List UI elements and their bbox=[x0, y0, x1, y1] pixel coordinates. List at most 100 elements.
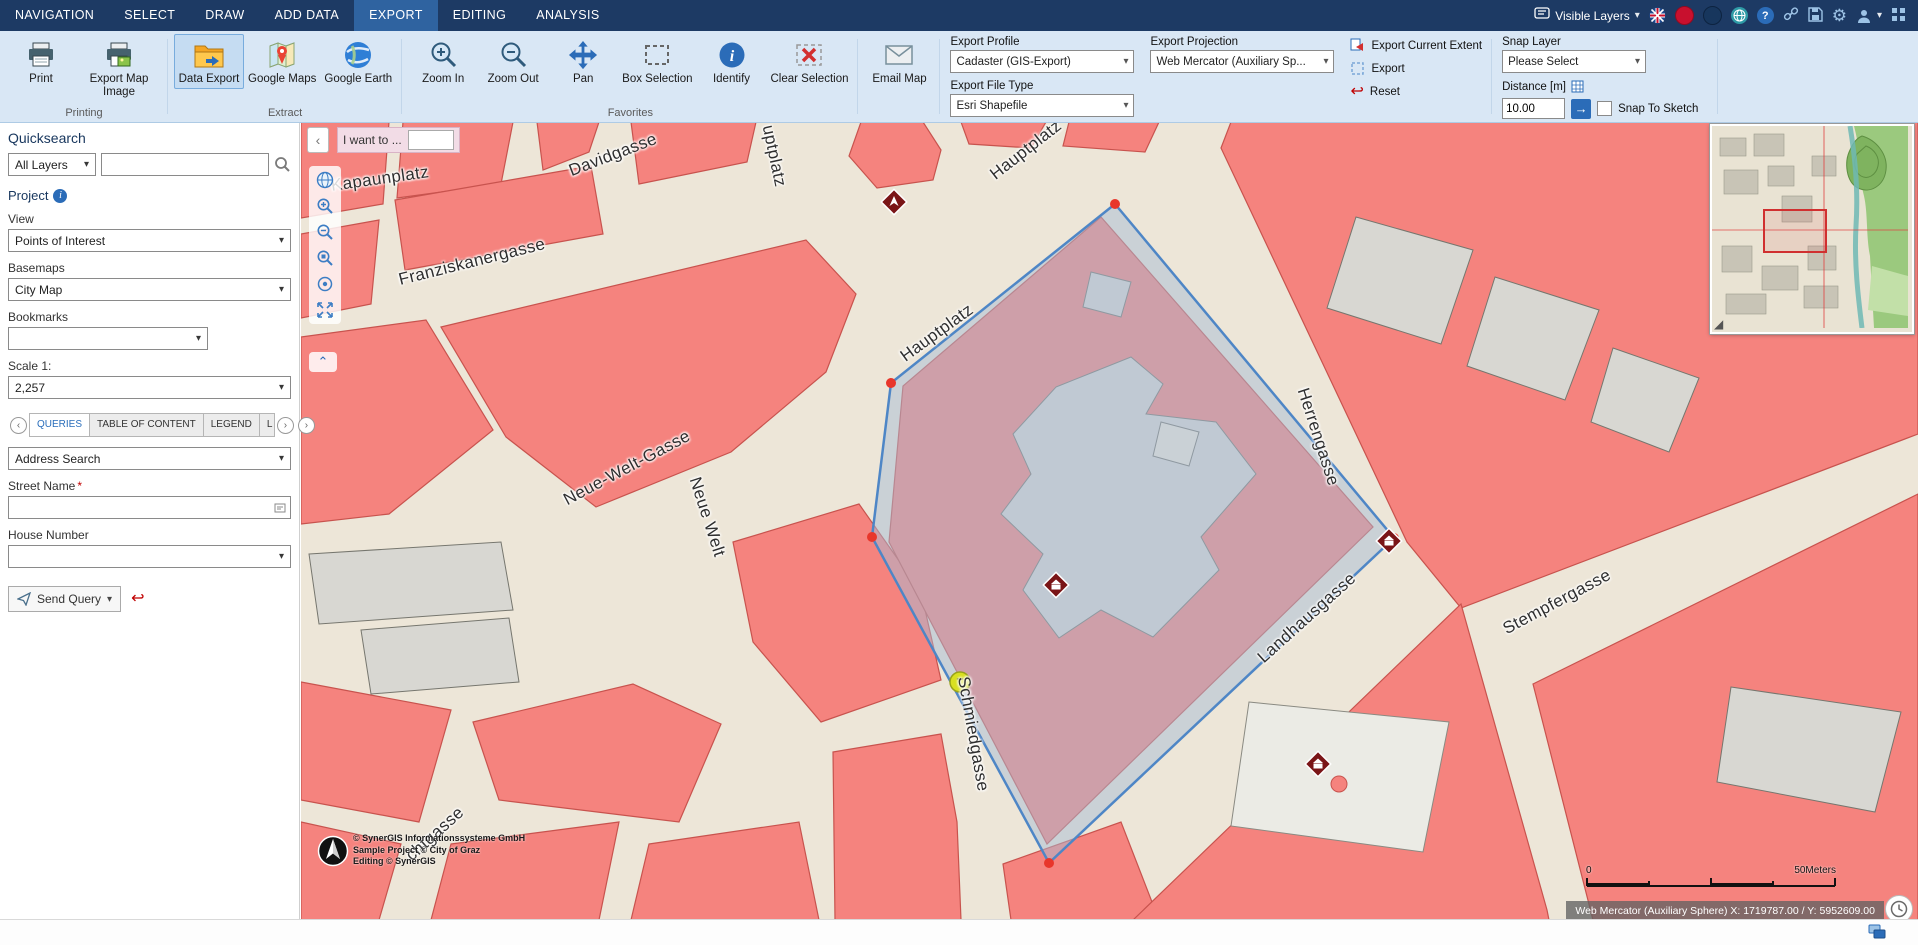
snap-layer-select[interactable]: Please Select ▾ bbox=[1502, 50, 1646, 73]
street-name-input[interactable] bbox=[8, 496, 291, 519]
zoom-window-tool-icon[interactable] bbox=[315, 248, 335, 268]
tabs-scroll-right-button[interactable]: › bbox=[277, 417, 294, 434]
help-icon[interactable]: ? bbox=[1757, 7, 1774, 24]
tabs-scroll-left-button[interactable]: ‹ bbox=[10, 417, 27, 434]
snap-to-sketch-checkbox[interactable] bbox=[1597, 101, 1612, 116]
project-info-icon[interactable]: i bbox=[53, 189, 67, 203]
print-button[interactable]: Print bbox=[6, 34, 76, 89]
menu-select[interactable]: SELECT bbox=[109, 0, 190, 31]
polygon-vertex[interactable] bbox=[867, 532, 877, 542]
menu-navigation[interactable]: NAVIGATION bbox=[0, 0, 109, 31]
overview-map[interactable]: ◢ bbox=[1710, 124, 1914, 334]
overview-collapse-icon[interactable]: ◢ bbox=[1714, 318, 1723, 330]
i-want-to-widget[interactable]: I want to ... bbox=[337, 127, 460, 153]
house-number-select[interactable]: ▾ bbox=[8, 545, 291, 568]
link-icon[interactable] bbox=[1783, 6, 1799, 25]
history-clock-button[interactable] bbox=[1885, 895, 1913, 920]
project-header: Project i bbox=[8, 188, 291, 203]
sidebar-collapse-button[interactable]: ‹ bbox=[307, 127, 329, 153]
user-menu[interactable]: ▾ bbox=[1856, 8, 1882, 24]
identify-label: Identify bbox=[713, 73, 750, 86]
grid-icon[interactable] bbox=[1571, 80, 1584, 93]
snap-panel: Snap Layer Please Select ▾ Distance [m] … bbox=[1492, 31, 1718, 122]
zoom-in-button[interactable]: Zoom In bbox=[408, 34, 478, 89]
caret-down-icon: ▾ bbox=[1123, 100, 1128, 111]
map-parcel[interactable] bbox=[849, 122, 941, 188]
google-earth-button[interactable]: Google Earth bbox=[320, 34, 396, 89]
data-export-button[interactable]: Data Export bbox=[174, 34, 244, 89]
tab-legend[interactable]: LEGEND bbox=[204, 413, 260, 437]
google-maps-button[interactable]: Google Maps bbox=[244, 34, 320, 89]
search-icon[interactable] bbox=[274, 156, 291, 173]
center-map-tool-icon[interactable] bbox=[315, 274, 335, 294]
gis-application-window: NAVIGATION SELECT DRAW ADD DATA EXPORT E… bbox=[0, 0, 1918, 945]
distance-input[interactable] bbox=[1502, 98, 1565, 119]
i-want-to-input[interactable] bbox=[408, 130, 454, 150]
map-parcel[interactable] bbox=[473, 684, 721, 822]
tabs-overflow-button[interactable]: › bbox=[298, 417, 315, 434]
email-map-button[interactable]: Email Map bbox=[864, 34, 934, 89]
map-parcel[interactable] bbox=[833, 734, 961, 920]
google-earth-label: Google Earth bbox=[324, 73, 392, 86]
export-file-type-select[interactable]: Esri Shapefile ▾ bbox=[950, 94, 1134, 117]
logo-icon[interactable] bbox=[1703, 6, 1722, 25]
toolbar-collapse-button[interactable]: ⌃ bbox=[309, 352, 337, 372]
connection-status-icon[interactable] bbox=[1868, 924, 1886, 945]
visible-layers-dropdown[interactable]: Visible Layers ▾ bbox=[1534, 7, 1640, 24]
export-button[interactable]: Export bbox=[1350, 61, 1482, 76]
expand-extent-tool-icon[interactable] bbox=[315, 300, 335, 320]
menu-editing[interactable]: EDITING bbox=[438, 0, 522, 31]
zoom-out-button[interactable]: Zoom Out bbox=[478, 34, 548, 89]
reset-button[interactable]: ↩ Reset bbox=[1350, 84, 1482, 100]
polygon-vertex[interactable] bbox=[886, 378, 896, 388]
google-earth-icon bbox=[341, 39, 375, 71]
export-profile-select[interactable]: Cadaster (GIS-Export) ▾ bbox=[950, 50, 1134, 73]
basemaps-select[interactable]: City Map ▾ bbox=[8, 278, 291, 301]
scale-select[interactable]: 2,257 ▾ bbox=[8, 376, 291, 399]
tab-clipped[interactable]: L bbox=[260, 413, 275, 437]
input-helper-icon[interactable] bbox=[274, 502, 286, 514]
poi-marker-arrow[interactable] bbox=[881, 189, 906, 214]
identify-button[interactable]: i Identify bbox=[697, 34, 767, 89]
map-parcel[interactable] bbox=[631, 822, 819, 920]
pan-button[interactable]: Pan bbox=[548, 34, 618, 89]
map-viewport[interactable]: T Kapaunplatz Davidgasse Franziskanergas… bbox=[301, 122, 1918, 920]
export-current-extent-button[interactable]: Export Current Extent bbox=[1350, 38, 1482, 53]
box-selection-button[interactable]: Box Selection bbox=[618, 34, 696, 89]
view-select[interactable]: Points of Interest ▾ bbox=[8, 229, 291, 252]
address-search-select[interactable]: Address Search ▾ bbox=[8, 447, 291, 470]
bookmarks-select[interactable]: ▾ bbox=[8, 327, 208, 350]
quicksearch-input[interactable] bbox=[101, 153, 269, 176]
send-query-button[interactable]: Send Query ▾ bbox=[8, 586, 121, 612]
ribbon-group-extract: Data Export Google Maps Google Earth Ext… bbox=[168, 31, 402, 122]
tab-queries[interactable]: QUERIES bbox=[29, 413, 90, 437]
polygon-vertex[interactable] bbox=[1044, 858, 1054, 868]
zoom-in-tool-icon[interactable] bbox=[315, 196, 335, 216]
save-icon[interactable] bbox=[1808, 7, 1823, 25]
apps-grid-icon[interactable] bbox=[1891, 7, 1906, 25]
globe-icon[interactable] bbox=[1731, 7, 1748, 24]
flag-english-icon[interactable] bbox=[1649, 7, 1666, 24]
sidebar-tabstrip: ‹ QUERIES TABLE OF CONTENT LEGEND L › › bbox=[8, 413, 291, 437]
apply-distance-button[interactable]: → bbox=[1571, 99, 1591, 119]
map-parcel[interactable] bbox=[301, 682, 451, 822]
map-building[interactable] bbox=[309, 542, 513, 624]
map-parcel[interactable] bbox=[1063, 122, 1159, 152]
menu-draw[interactable]: DRAW bbox=[190, 0, 259, 31]
map-parcel[interactable] bbox=[1003, 822, 1159, 920]
tab-table-of-content[interactable]: TABLE OF CONTENT bbox=[90, 413, 204, 437]
settings-gear-icon[interactable]: ⚙ bbox=[1832, 7, 1847, 24]
zoom-out-tool-icon[interactable] bbox=[315, 222, 335, 242]
flag-german-icon[interactable] bbox=[1675, 6, 1694, 25]
export-projection-select[interactable]: Web Mercator (Auxiliary Sp... ▾ bbox=[1150, 50, 1334, 73]
reset-query-icon[interactable]: ↩ bbox=[131, 591, 144, 607]
all-layers-select[interactable]: All Layers ▾ bbox=[8, 153, 96, 176]
full-extent-globe-icon[interactable] bbox=[315, 170, 335, 190]
menu-export[interactable]: EXPORT bbox=[354, 0, 438, 31]
polygon-vertex[interactable] bbox=[1110, 199, 1120, 209]
clear-selection-button[interactable]: Clear Selection bbox=[767, 34, 853, 89]
menu-analysis[interactable]: ANALYSIS bbox=[521, 0, 614, 31]
menu-add-data[interactable]: ADD DATA bbox=[260, 0, 355, 31]
map-building[interactable] bbox=[361, 618, 519, 694]
export-map-image-button[interactable]: Export Map Image bbox=[76, 34, 162, 102]
